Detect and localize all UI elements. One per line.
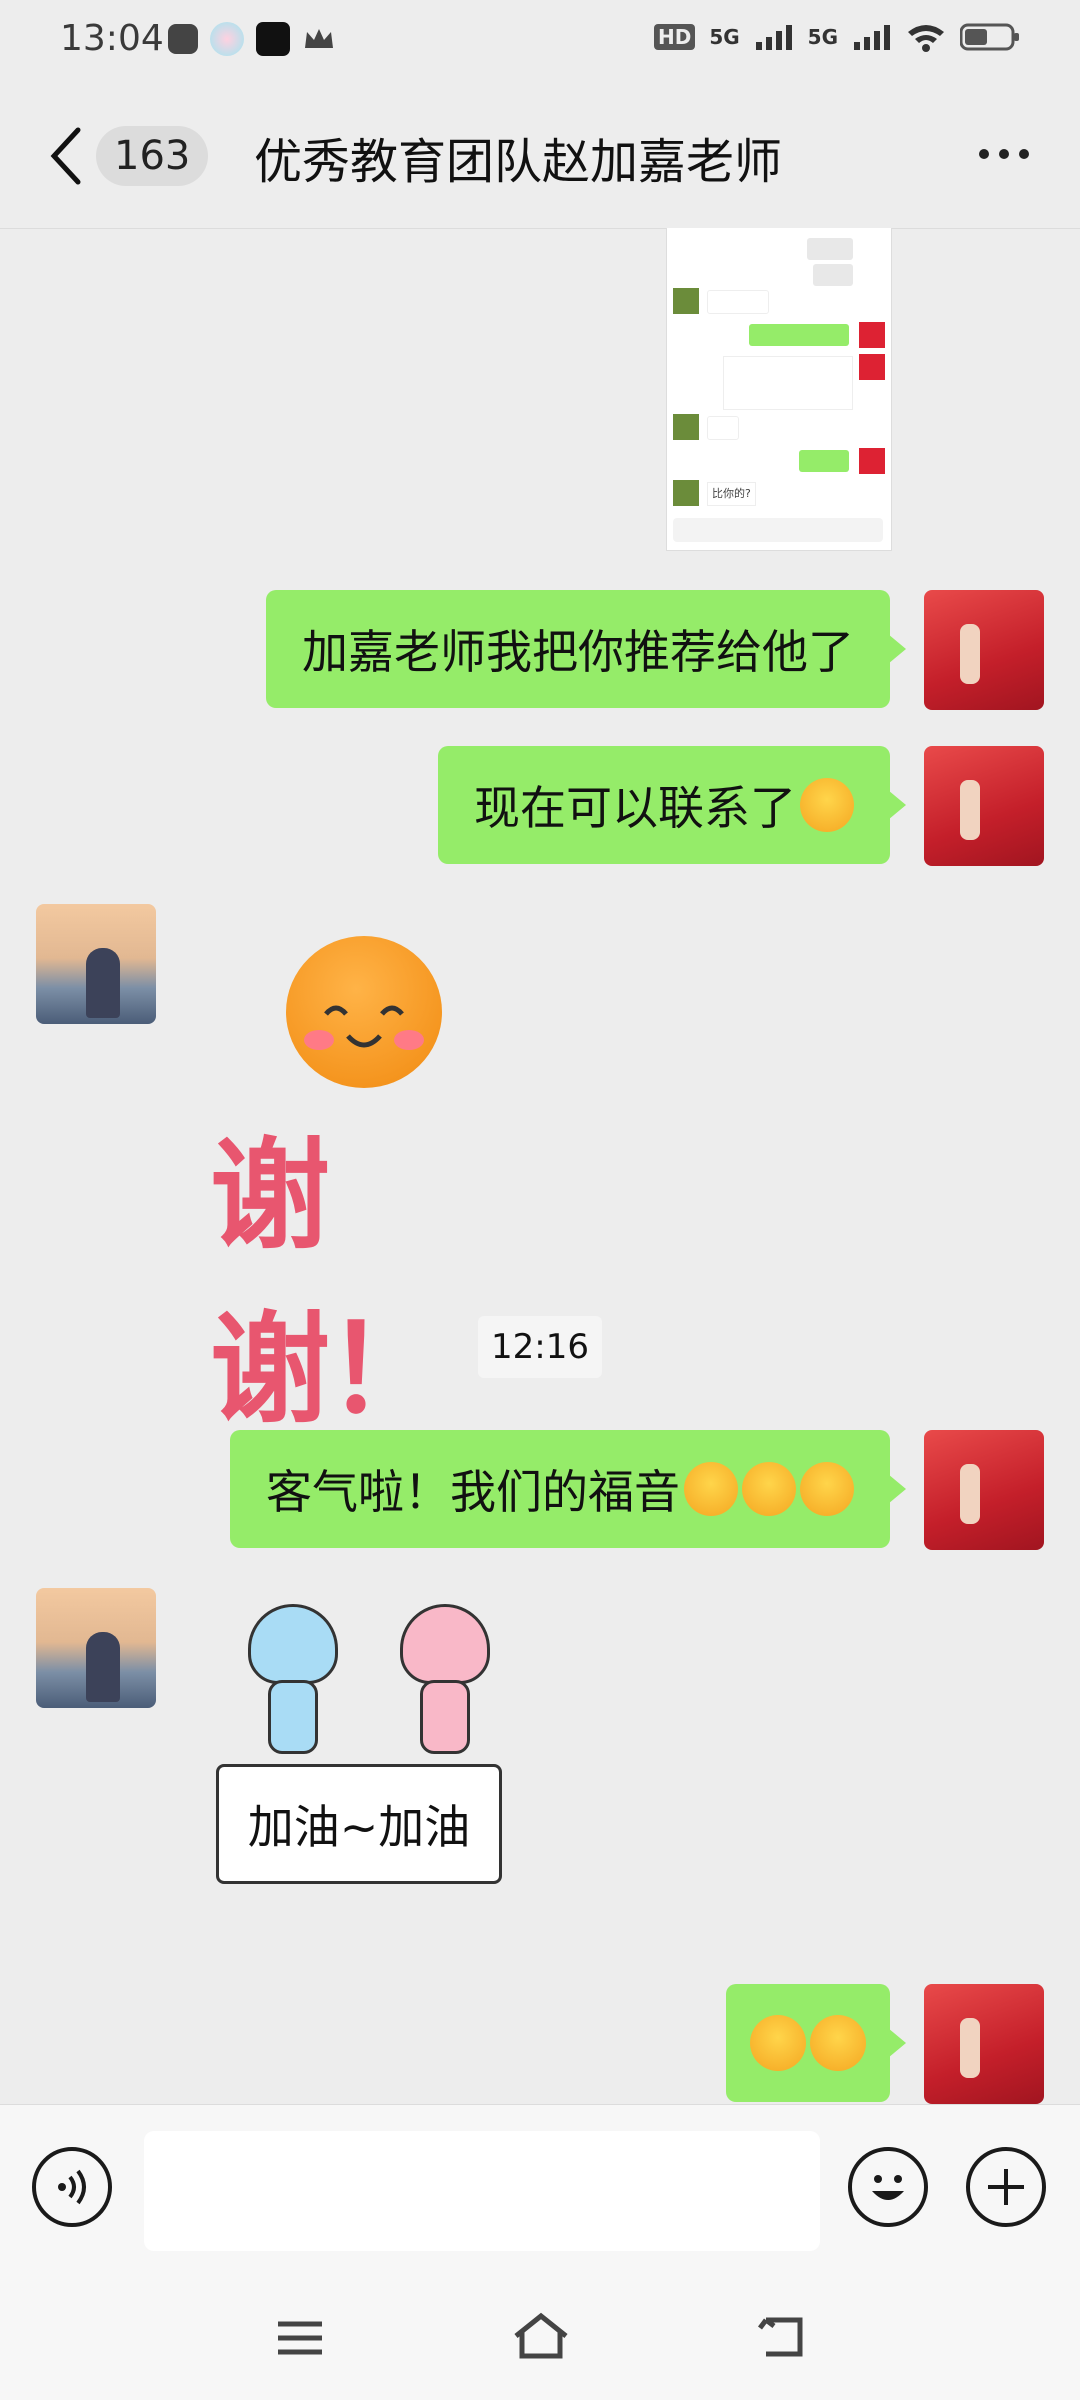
character-body [420,1680,470,1754]
avatar-figure [960,780,980,840]
mini-bubble-green [799,450,849,472]
voice-input-button[interactable] [32,2147,112,2227]
system-nav-bar [0,2274,1080,2400]
back-nav-icon[interactable] [756,2310,808,2362]
app-icon-gallery [168,24,198,54]
mini-avatar [673,414,699,440]
pink-character [400,1604,490,1754]
mini-bubble [707,290,769,314]
contact-avatar[interactable] [36,1588,156,1708]
app-icon-circle [210,22,244,56]
dot-icon [999,149,1009,159]
my-avatar[interactable] [924,746,1044,866]
unread-count-badge[interactable]: 163 [96,126,209,186]
sticker-caption: 加油~加油 [247,1800,471,1854]
hug-emoji-icon [800,1462,854,1516]
character-head [400,1604,490,1684]
angry-emoji-icon [750,2015,806,2071]
avatar-figure [86,948,120,1018]
time-separator: 12:16 [478,1316,602,1378]
message-input[interactable] [144,2131,820,2251]
mini-input [673,518,883,542]
mini-bubble [813,264,853,286]
wifi-icon [908,25,944,52]
mini-avatar [673,480,699,506]
mini-bubble [807,238,853,260]
sticker-thanks[interactable]: 谢谢！ [210,928,540,1440]
chat-title: 优秀教育团队赵加嘉老师 [254,134,783,190]
home-icon[interactable] [510,2310,572,2362]
mini-avatar [673,288,699,314]
avatar-figure [960,1464,980,1524]
status-bar: 13:04 HD 5G 5G [0,0,1080,84]
mini-avatar [859,354,885,380]
mini-avatar [859,448,885,474]
menu-icon[interactable] [274,2316,326,2360]
mini-bubble [707,416,739,440]
message-text: 客气啦！我们的福音 [266,1465,680,1519]
character-head [248,1604,338,1684]
emoji-button[interactable] [848,2147,928,2227]
message-bubble-sent[interactable]: 现在可以联系了 [438,746,906,864]
hd-icon: HD [653,24,696,50]
chevron-left-icon [50,127,81,185]
status-app-icons [168,22,336,56]
chat-message-list[interactable]: 比你的? 加嘉老师我把你推荐给他了 现在可以联系了 谢谢！ 12:16 客气啦！… [0,228,1080,2104]
avatar-figure [86,1632,120,1702]
grin-emoji-icon [800,778,854,832]
mini-caption: 比你的? [707,482,756,506]
message-bubble-sent[interactable] [726,1984,906,2102]
smiley-face-icon [286,936,442,1088]
signal-icon-2 [854,25,890,50]
character-body [268,1680,318,1754]
message-text: 现在可以联系了 [474,781,796,835]
angry-emoji-icon [810,2015,866,2071]
dot-icon [979,149,989,159]
more-options-button[interactable] [964,124,1044,184]
back-button[interactable] [44,124,90,188]
voice-icon [58,2169,86,2205]
input-bar [0,2104,1080,2275]
network-label-1: 5G [709,25,740,49]
contact-avatar[interactable] [36,904,156,1024]
face-features [324,1005,404,1048]
sticker-caption: 谢谢！ [210,1127,446,1440]
hug-emoji-icon [742,1462,796,1516]
status-time: 13:04 [60,18,164,59]
battery-icon [960,23,1019,51]
message-text: 加嘉老师我把你推荐给他了 [302,625,854,679]
tiktok-icon [256,22,290,56]
sticker-speech-box: 加油~加油 [216,1764,502,1884]
dot-icon [1019,149,1029,159]
plus-icon [988,2169,1024,2205]
my-avatar[interactable] [924,1984,1044,2104]
image-message-screenshot[interactable]: 比你的? [666,228,892,551]
network-label-2: 5G [807,25,838,49]
mini-card [723,356,853,410]
emoji-group [684,1462,854,1516]
more-functions-button[interactable] [966,2147,1046,2227]
my-avatar[interactable] [924,590,1044,710]
status-indicators: HD 5G 5G [653,22,1020,52]
message-bubble-sent[interactable]: 加嘉老师我把你推荐给他了 [266,590,906,708]
hug-emoji-icon [684,1462,738,1516]
smiley-icon [872,2175,904,2200]
avatar-figure [960,624,980,684]
avatar-figure [960,2018,980,2078]
crown-icon [302,22,336,56]
signal-icon [755,25,792,50]
sticker-cheer[interactable]: 加油~加油 [196,1604,516,1894]
blue-character [248,1604,338,1754]
mini-avatar [859,322,885,348]
chat-header: 163 优秀教育团队赵加嘉老师 [0,84,1080,229]
mini-bubble-green [749,324,849,346]
my-avatar[interactable] [924,1430,1044,1550]
message-bubble-sent[interactable]: 客气啦！我们的福音 [230,1430,906,1548]
